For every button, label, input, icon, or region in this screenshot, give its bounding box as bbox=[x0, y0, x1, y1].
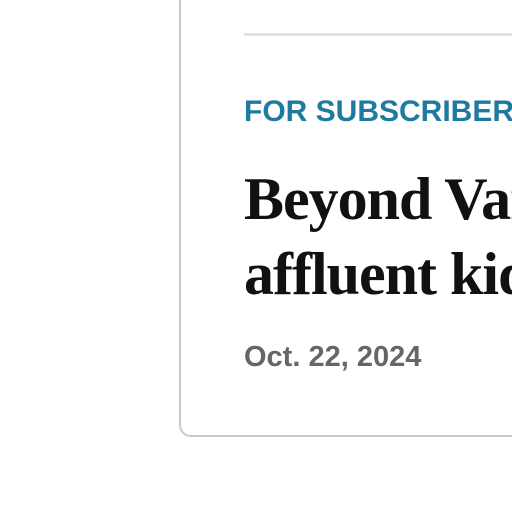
headline-line-2: affluent kid bbox=[244, 241, 512, 307]
divider bbox=[244, 33, 512, 36]
page: FOR SUBSCRIBERS Beyond Van affluent kid … bbox=[0, 0, 512, 512]
article-date: Oct. 22, 2024 bbox=[244, 341, 422, 373]
article-headline-link[interactable]: Beyond Van affluent kid bbox=[244, 162, 512, 312]
headline-line-1: Beyond Van bbox=[244, 166, 512, 232]
subscriber-label: FOR SUBSCRIBERS bbox=[244, 95, 512, 128]
